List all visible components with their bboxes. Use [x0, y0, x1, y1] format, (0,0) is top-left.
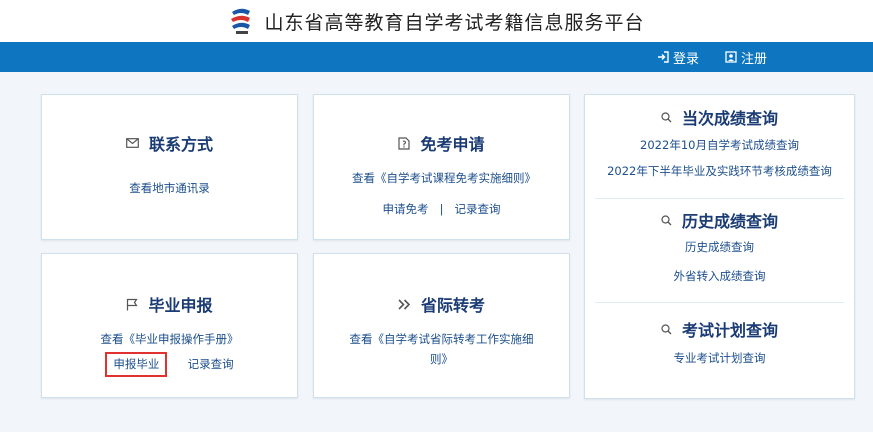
envelope-icon [126, 138, 139, 148]
current-score-link-2[interactable]: 2022年下半年毕业及实践环节考核成绩查询 [607, 164, 832, 178]
flag-icon [127, 298, 139, 310]
graduation-card-title: 毕业申报 [42, 292, 297, 316]
contact-directory-link[interactable]: 查看地市通讯录 [129, 181, 210, 195]
graduation-card: 毕业申报 查看《毕业申报操作手册》 申报毕业 记录查询 [41, 253, 298, 398]
exemption-separator: | [439, 202, 444, 216]
transfer-title-text: 省际转考 [420, 296, 485, 315]
register-link[interactable]: 注册 [725, 48, 767, 67]
contact-title-text: 联系方式 [148, 135, 213, 154]
exemption-record-link[interactable]: 记录查询 [455, 202, 501, 216]
exemption-card: 免考申请 查看《自学考试课程免考实施细则》 申请免考 | 记录查询 [313, 94, 570, 240]
register-icon [725, 51, 737, 63]
current-scores-title: 当次成绩查询 [585, 105, 854, 129]
exemption-manual-link[interactable]: 查看《自学考试课程免考实施细则》 [352, 171, 536, 185]
search-icon [661, 214, 672, 225]
graduation-record-link[interactable]: 记录查询 [188, 357, 234, 371]
history-scores-title-text: 历史成绩查询 [681, 212, 778, 231]
graduation-manual-link[interactable]: 查看《毕业申报操作手册》 [101, 332, 239, 346]
document-icon [398, 136, 411, 150]
search-icon [661, 323, 672, 334]
login-link[interactable]: 登录 [657, 48, 699, 67]
site-title: 山东省高等教育自学考试考籍信息服务平台 [264, 11, 645, 34]
exam-plan-title: 考试计划查询 [585, 317, 854, 341]
main-content: 联系方式 查看地市通讯录 免考申请 查看《自学考试课程免考实施细则》 申请免考 … [0, 72, 873, 432]
site-header: 山东省高等教育自学考试考籍信息服务平台 [0, 0, 873, 42]
transfer-card: 省际转考 查看《自学考试省际转考工作实施细则》 [313, 253, 570, 398]
exemption-title-text: 免考申请 [420, 135, 485, 154]
graduation-apply-link[interactable]: 申报毕业 [105, 352, 168, 377]
login-label: 登录 [672, 51, 699, 67]
history-score-link-2[interactable]: 外省转入成绩查询 [674, 269, 766, 283]
top-nav-bar: 登录 注册 [0, 42, 873, 72]
contact-card: 联系方式 查看地市通讯录 [41, 94, 298, 240]
search-icon [661, 111, 672, 122]
site-logo-icon [228, 6, 254, 36]
double-chevron-icon [398, 298, 411, 310]
exemption-apply-link[interactable]: 申请免考 [382, 202, 428, 216]
register-label: 注册 [740, 51, 767, 67]
section-divider [595, 198, 844, 199]
exemption-card-title: 免考申请 [314, 131, 569, 155]
graduation-title-text: 毕业申报 [148, 296, 213, 315]
contact-card-title: 联系方式 [42, 131, 297, 155]
score-query-card: 当次成绩查询 2022年10月自学考试成绩查询 2022年下半年毕业及实践环节考… [584, 94, 855, 399]
exam-plan-link[interactable]: 专业考试计划查询 [674, 351, 766, 365]
transfer-card-title: 省际转考 [314, 292, 569, 316]
exam-plan-title-text: 考试计划查询 [681, 321, 778, 340]
section-divider [595, 302, 844, 303]
current-score-link-1[interactable]: 2022年10月自学考试成绩查询 [640, 138, 799, 152]
history-score-link-1[interactable]: 历史成绩查询 [685, 240, 754, 254]
history-scores-title: 历史成绩查询 [585, 208, 854, 232]
login-icon [657, 51, 669, 63]
current-scores-title-text: 当次成绩查询 [681, 109, 778, 128]
transfer-manual-link[interactable]: 查看《自学考试省际转考工作实施细则》 [350, 332, 534, 366]
